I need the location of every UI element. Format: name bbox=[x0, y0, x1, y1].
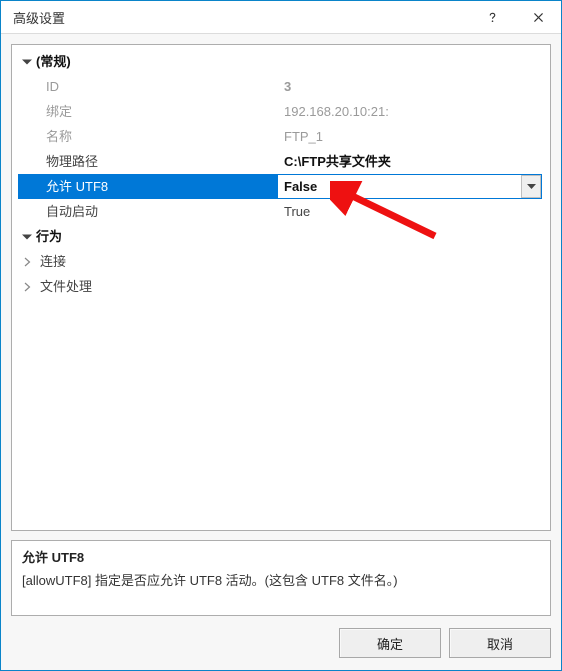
work-area: (常规) ID 3 绑定 192.168.20.10:21: 名称 FTP_1 … bbox=[1, 34, 561, 670]
category-label: 连接 bbox=[36, 249, 296, 274]
prop-row-id[interactable]: ID 3 bbox=[18, 74, 542, 99]
category-file-processing[interactable]: 文件处理 bbox=[18, 274, 542, 299]
dialog-buttons: 确定 取消 bbox=[11, 628, 551, 658]
close-icon bbox=[532, 11, 545, 24]
description-text: [allowUTF8] 指定是否应允许 UTF8 活动。(这包含 UTF8 文件… bbox=[22, 570, 540, 589]
prop-label: ID bbox=[18, 74, 278, 99]
dropdown-button[interactable] bbox=[521, 175, 541, 198]
category-label: 文件处理 bbox=[36, 274, 296, 299]
prop-label: 名称 bbox=[18, 124, 278, 149]
dialog-title: 高级设置 bbox=[13, 8, 469, 27]
chevron-right-icon[interactable] bbox=[18, 249, 36, 274]
property-grid[interactable]: (常规) ID 3 绑定 192.168.20.10:21: 名称 FTP_1 … bbox=[11, 44, 551, 531]
description-panel: 允许 UTF8 [allowUTF8] 指定是否应允许 UTF8 活动。(这包含… bbox=[11, 540, 551, 616]
prop-row-binding[interactable]: 绑定 192.168.20.10:21: bbox=[18, 99, 542, 124]
prop-label: 允许 UTF8 bbox=[18, 174, 278, 199]
chevron-right-icon[interactable] bbox=[18, 274, 36, 299]
category-general[interactable]: (常规) bbox=[18, 49, 542, 74]
prop-value: False bbox=[284, 175, 317, 198]
prop-label: 物理路径 bbox=[18, 149, 278, 174]
cancel-button[interactable]: 取消 bbox=[449, 628, 551, 658]
close-button[interactable] bbox=[515, 1, 561, 33]
prop-row-allow-utf8[interactable]: 允许 UTF8 False bbox=[18, 174, 542, 199]
dialog-window: 高级设置 (常规) ID 3 绑定 bbox=[0, 0, 562, 671]
description-name: 允许 UTF8 bbox=[22, 547, 540, 566]
prop-label: 自动启动 bbox=[18, 199, 278, 224]
category-behavior[interactable]: 行为 bbox=[18, 224, 542, 249]
chevron-down-icon[interactable] bbox=[18, 224, 36, 249]
prop-row-physical-path[interactable]: 物理路径 C:\FTP共享文件夹 bbox=[18, 149, 542, 174]
prop-value-editor[interactable]: False bbox=[278, 174, 542, 199]
prop-value: FTP_1 bbox=[278, 124, 542, 149]
prop-label: 绑定 bbox=[18, 99, 278, 124]
prop-row-name[interactable]: 名称 FTP_1 bbox=[18, 124, 542, 149]
prop-value: 3 bbox=[278, 74, 542, 99]
chevron-down-icon bbox=[527, 184, 536, 190]
category-connection[interactable]: 连接 bbox=[18, 249, 542, 274]
ok-button[interactable]: 确定 bbox=[339, 628, 441, 658]
title-bar: 高级设置 bbox=[1, 1, 561, 34]
help-button[interactable] bbox=[469, 1, 515, 33]
prop-value: True bbox=[278, 199, 542, 224]
category-label: 行为 bbox=[36, 224, 62, 249]
help-icon bbox=[486, 11, 499, 24]
chevron-down-icon[interactable] bbox=[18, 49, 36, 74]
prop-value: C:\FTP共享文件夹 bbox=[278, 149, 542, 174]
category-label: (常规) bbox=[36, 49, 71, 74]
prop-value: 192.168.20.10:21: bbox=[278, 99, 542, 124]
prop-row-auto-start[interactable]: 自动启动 True bbox=[18, 199, 542, 224]
